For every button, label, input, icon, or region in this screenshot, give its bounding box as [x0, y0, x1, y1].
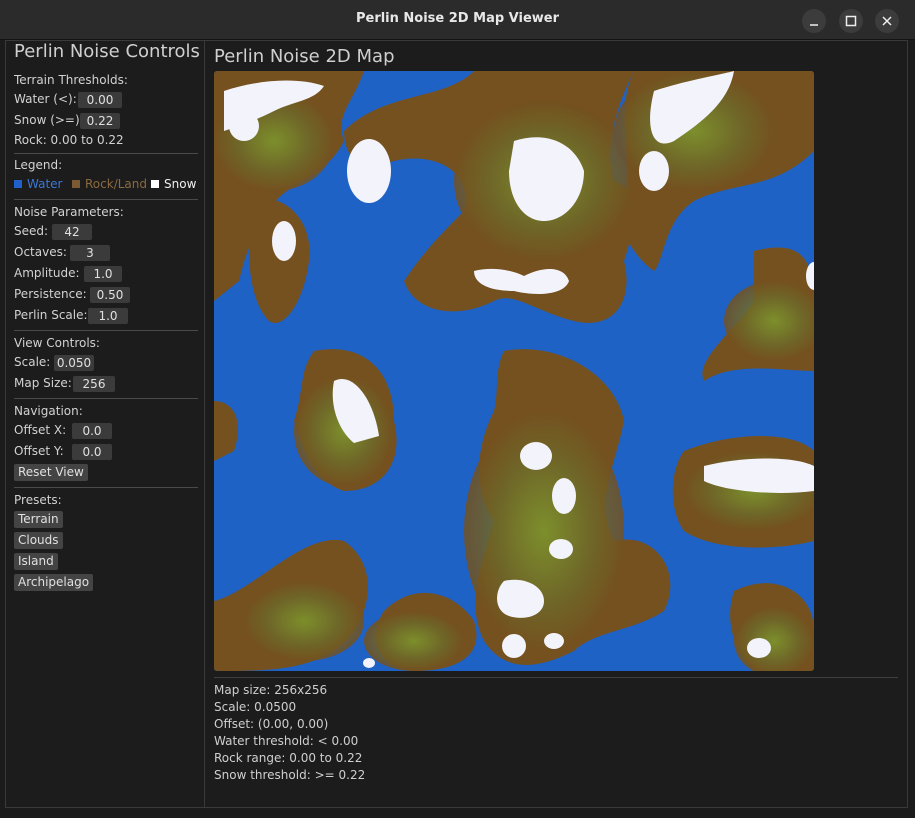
legend-snow: Snow [151, 177, 196, 191]
maximize-icon [845, 15, 857, 27]
seed-input[interactable]: 42 [52, 224, 92, 240]
legend-title: Legend: [14, 158, 63, 172]
window-title: Perlin Noise 2D Map Viewer [355, 11, 560, 26]
offset-x-input[interactable]: 0.0 [72, 423, 112, 439]
divider [214, 677, 898, 678]
controls-sidebar: Perlin Noise Controls Terrain Thresholds… [6, 41, 205, 807]
divider [14, 330, 198, 331]
divider [14, 199, 198, 200]
snow-threshold-input[interactable]: 0.22 [80, 113, 120, 129]
info-rock-range: Rock range: 0.00 to 0.22 [214, 751, 363, 765]
divider [14, 487, 198, 488]
legend-rock-label: Rock/Land [85, 177, 147, 191]
legend-rock: Rock/Land [72, 177, 147, 191]
snow-threshold-label: Snow (>=): [14, 113, 84, 127]
title-bar: Perlin Noise 2D Map Viewer [0, 0, 915, 40]
water-swatch [14, 180, 22, 188]
info-offset: Offset: (0.00, 0.00) [214, 717, 329, 731]
close-icon [882, 16, 892, 26]
map-size-input[interactable]: 256 [73, 376, 115, 392]
water-threshold-input[interactable]: 0.00 [78, 92, 122, 108]
noise-title: Noise Parameters: [14, 205, 124, 219]
amplitude-label: Amplitude: [14, 266, 80, 280]
presets-title: Presets: [14, 493, 62, 507]
noise-map[interactable] [214, 71, 814, 671]
octaves-label: Octaves: [14, 245, 67, 259]
seed-label: Seed: [14, 224, 49, 238]
preset-archipelago-button[interactable]: Archipelago [14, 574, 94, 591]
preset-clouds-button[interactable]: Clouds [14, 532, 63, 549]
view-title: View Controls: [14, 336, 100, 350]
perlin-scale-input[interactable]: 1.0 [88, 308, 128, 324]
snow-swatch [151, 180, 159, 188]
octaves-input[interactable]: 3 [70, 245, 110, 261]
navigation-title: Navigation: [14, 404, 83, 418]
scale-input[interactable]: 0.050 [54, 355, 94, 371]
legend-water: Water [14, 177, 62, 191]
info-scale: Scale: 0.0500 [214, 700, 297, 714]
preset-island-button[interactable]: Island [14, 553, 58, 570]
offset-y-label: Offset Y: [14, 444, 64, 458]
persistence-label: Persistence: [14, 287, 87, 301]
thresholds-title: Terrain Thresholds: [14, 73, 128, 87]
amplitude-input[interactable]: 1.0 [84, 266, 122, 282]
minimize-button[interactable] [802, 9, 826, 33]
info-snow-threshold: Snow threshold: >= 0.22 [214, 768, 366, 782]
map-size-label: Map Size: [14, 376, 72, 390]
scale-label: Scale: [14, 355, 51, 369]
persistence-input[interactable]: 0.50 [90, 287, 130, 303]
legend-water-label: Water [27, 177, 63, 191]
water-threshold-label: Water (<): [14, 92, 77, 106]
reset-view-button[interactable]: Reset View [14, 464, 88, 481]
rock-swatch [72, 180, 80, 188]
legend-snow-label: Snow [164, 177, 197, 191]
offset-x-label: Offset X: [14, 423, 67, 437]
map-title: Perlin Noise 2D Map [214, 46, 395, 67]
preset-terrain-button[interactable]: Terrain [14, 511, 63, 528]
maximize-button[interactable] [839, 9, 863, 33]
rock-range-text: Rock: 0.00 to 0.22 [14, 133, 124, 147]
close-button[interactable] [875, 9, 899, 33]
sidebar-heading: Perlin Noise Controls [14, 41, 200, 62]
offset-y-input[interactable]: 0.0 [72, 444, 112, 460]
minimize-icon [810, 24, 818, 26]
info-map-size: Map size: 256x256 [214, 683, 328, 697]
divider [14, 153, 198, 154]
divider [14, 398, 198, 399]
perlin-scale-label: Perlin Scale: [14, 308, 88, 322]
info-water-threshold: Water threshold: < 0.00 [214, 734, 359, 748]
